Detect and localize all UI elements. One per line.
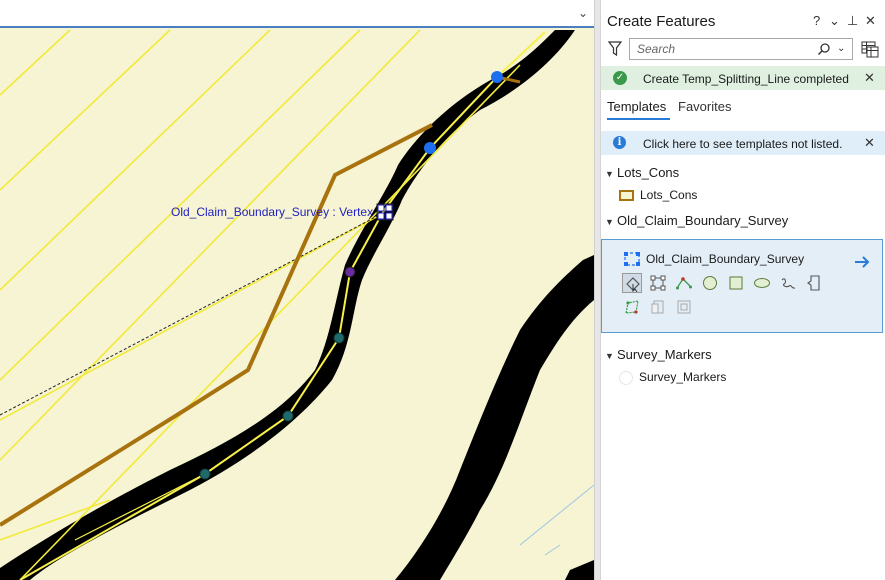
- chevron-down-icon: ▼: [605, 169, 614, 179]
- tab-favorites[interactable]: Favorites: [678, 99, 731, 114]
- right-angle-tool[interactable]: [622, 297, 642, 317]
- chevron-down-icon[interactable]: ⌄: [837, 43, 845, 54]
- map-canvas[interactable]: [0, 0, 594, 580]
- vertex-point: [344, 266, 356, 278]
- group-label: Old_Claim_Boundary_Survey: [617, 213, 789, 228]
- copy-tool[interactable]: [674, 297, 694, 317]
- trace-icon: [807, 275, 820, 291]
- check-circle-icon: ✓: [613, 71, 627, 85]
- vertices-icon: [650, 275, 666, 291]
- freehand-icon: [781, 278, 796, 289]
- template-label: Survey_Markers: [639, 370, 727, 384]
- trace-tool[interactable]: [804, 273, 824, 293]
- info-icon: i: [613, 136, 626, 149]
- success-message: Create Temp_Splitting_Line completed: [643, 72, 849, 86]
- search-input[interactable]: [637, 42, 807, 56]
- select-tool-icon: [626, 277, 640, 292]
- vertex-point: [199, 468, 211, 480]
- map-view[interactable]: ⌄ Old_Claim_Boundary_Survey : Vertex: [0, 0, 594, 580]
- vertex-point: [491, 71, 503, 83]
- template-item-survey-markers[interactable]: Survey_Markers: [619, 370, 726, 385]
- group-header-lots-cons[interactable]: ▼ Lots_Cons: [605, 165, 679, 180]
- pin-icon[interactable]: ⊥: [847, 13, 858, 29]
- polygon-template-icon: [624, 252, 640, 266]
- polyline-icon: [676, 277, 692, 290]
- filter-icon[interactable]: [608, 41, 622, 57]
- edit-vertices-tool[interactable]: [648, 273, 668, 293]
- chevron-down-icon: ▼: [605, 351, 614, 361]
- sketch-vertices[interactable]: [199, 71, 503, 480]
- success-notification: ✓ Create Temp_Splitting_Line completed ✕: [601, 66, 885, 90]
- clone-tool[interactable]: [648, 297, 668, 317]
- template-item-lots-cons[interactable]: Lots_Cons: [619, 188, 697, 202]
- tab-templates[interactable]: Templates: [607, 99, 666, 114]
- select-tool[interactable]: [622, 273, 642, 293]
- polygon-symbol-icon: [619, 190, 634, 202]
- ellipse-icon: [754, 278, 770, 288]
- template-label: Lots_Cons: [640, 188, 698, 202]
- info-notification[interactable]: i Click here to see templates not listed…: [601, 131, 885, 155]
- search-icon[interactable]: [817, 42, 831, 56]
- template-label: Old_Claim_Boundary_Survey: [646, 252, 805, 266]
- vertex-point: [424, 142, 436, 154]
- app-root: ⌄ Old_Claim_Boundary_Survey : Vertex Cre…: [0, 0, 885, 580]
- template-item-old-claim-boundary-survey[interactable]: Old_Claim_Boundary_Survey: [601, 239, 883, 333]
- rectangle-tool[interactable]: [726, 273, 746, 293]
- parcel-lines: [0, 29, 521, 580]
- vertex-point: [282, 410, 294, 422]
- help-icon[interactable]: ?: [813, 13, 820, 28]
- group-label: Survey_Markers: [617, 347, 712, 362]
- copy-icon: [677, 300, 691, 314]
- river-feature: [0, 30, 594, 580]
- group-header-old-claim-boundary-survey[interactable]: ▼ Old_Claim_Boundary_Survey: [605, 213, 788, 228]
- close-icon[interactable]: ✕: [864, 135, 875, 151]
- right-angle-icon: [625, 300, 639, 314]
- polyline-tool[interactable]: [674, 273, 694, 293]
- template-tabs: Templates Favorites: [601, 96, 885, 122]
- circle-tool[interactable]: [700, 273, 720, 293]
- freehand-tool[interactable]: [778, 273, 798, 293]
- point-symbol-icon: [619, 370, 633, 385]
- close-icon[interactable]: ✕: [864, 70, 875, 86]
- pane-title: Create Features: [607, 13, 716, 30]
- info-message[interactable]: Click here to see templates not listed.: [643, 137, 842, 151]
- arrow-right-icon[interactable]: [854, 254, 870, 270]
- chevron-down-icon[interactable]: ⌄: [578, 6, 588, 20]
- options-menu-icon[interactable]: ⌄: [829, 13, 840, 29]
- map-tabbar: ⌄: [0, 0, 594, 28]
- vertex-snap-tooltip: Old_Claim_Boundary_Survey : Vertex: [171, 205, 374, 219]
- search-row: ⌄: [601, 37, 885, 63]
- search-box[interactable]: ⌄: [629, 38, 853, 60]
- create-features-pane: Create Features ? ⌄ ⊥ ✕ ⌄: [600, 0, 885, 580]
- vertex-point: [333, 332, 345, 344]
- group-label: Lots_Cons: [617, 165, 680, 180]
- pane-header: Create Features ? ⌄ ⊥ ✕: [601, 0, 885, 36]
- close-icon[interactable]: ✕: [865, 13, 876, 29]
- active-tab-indicator: [607, 118, 670, 120]
- circle-icon: [703, 276, 717, 290]
- ellipse-tool[interactable]: [752, 273, 772, 293]
- chevron-down-icon: ▼: [605, 217, 614, 227]
- manage-templates-icon[interactable]: [861, 40, 879, 58]
- group-header-survey-markers[interactable]: ▼ Survey_Markers: [605, 347, 712, 362]
- rectangle-icon: [729, 276, 743, 290]
- clone-icon: [651, 300, 664, 314]
